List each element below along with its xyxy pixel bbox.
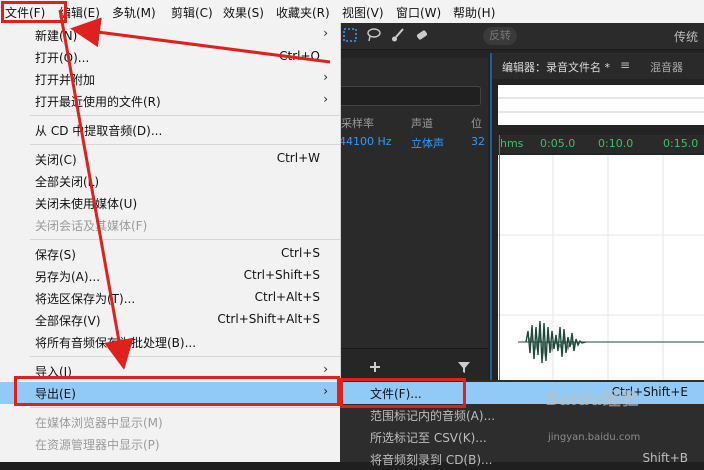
watermark-logo: Baidu经验	[545, 389, 639, 410]
arrow-left	[70, 17, 331, 64]
watermark-url: jingyan.baidu.com	[548, 432, 641, 443]
arrow-down	[58, 9, 134, 370]
